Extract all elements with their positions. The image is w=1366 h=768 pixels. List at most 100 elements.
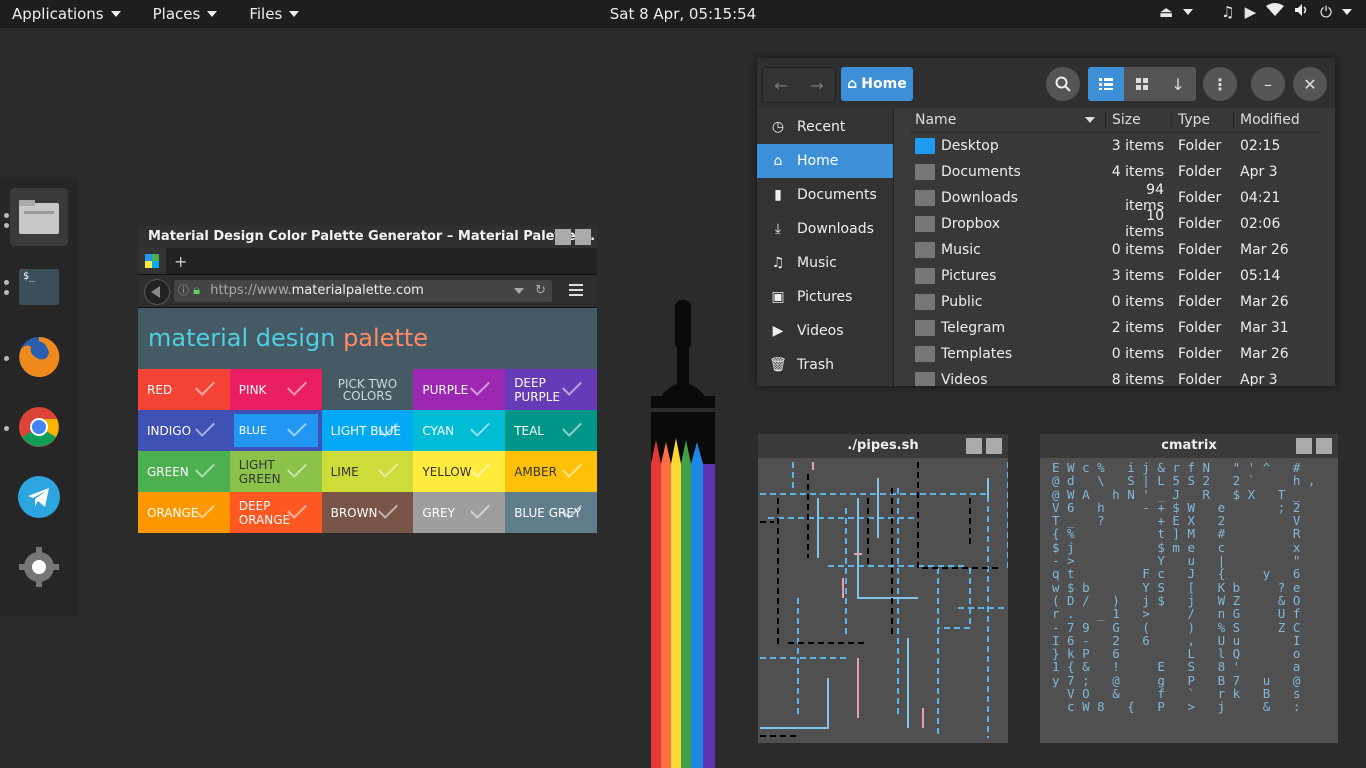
- matrix-line: V O & f ` r k B s: [1052, 686, 1301, 702]
- close-button[interactable]: [575, 229, 591, 245]
- firefox-app-icon[interactable]: [10, 328, 68, 386]
- sidebar-item-recent[interactable]: ◷ Recent: [757, 110, 893, 144]
- search-button[interactable]: [1046, 67, 1080, 101]
- volume-icon[interactable]: [1294, 3, 1310, 21]
- home-icon: ⌂: [847, 76, 858, 92]
- matrix-line: T _ ? + E X 2 V: [1052, 513, 1301, 529]
- color-swatch-blue[interactable]: BLUE: [229, 410, 322, 451]
- table-row[interactable]: Telegram 2 items Folder Mar 31: [911, 315, 1321, 341]
- window-titlebar[interactable]: cmatrix: [1040, 434, 1338, 458]
- wifi-icon[interactable]: [1266, 3, 1285, 21]
- window-titlebar[interactable]: ./pipes.sh: [758, 434, 1008, 458]
- telegram-app-icon[interactable]: [10, 468, 68, 526]
- color-swatch-blue-grey[interactable]: BLUE GREY: [505, 492, 597, 533]
- table-row[interactable]: Dropbox 10 items Folder 02:06: [911, 208, 1321, 240]
- column-name[interactable]: Name: [911, 112, 1106, 128]
- sidebar-item-downloads[interactable]: ⤓ Downloads: [757, 212, 893, 246]
- color-swatch-orange[interactable]: ORANGE: [138, 492, 230, 533]
- running-indicator: [4, 223, 9, 228]
- terminal-app-icon[interactable]: $_: [10, 258, 68, 316]
- file-manager-window: ← → ⌂ Home ↓ ⋮ – ✕ ◷ Recent ⌂ Home ▮ Documents…: [757, 58, 1335, 386]
- color-swatch-cyan[interactable]: CYAN: [413, 410, 506, 451]
- table-row[interactable]: Templates 0 items Folder Mar 26: [911, 341, 1321, 367]
- color-swatch-pink[interactable]: PINK: [229, 369, 322, 410]
- chevron-down-icon[interactable]: [514, 288, 524, 294]
- maximize-button[interactable]: [966, 438, 982, 454]
- menu-icon[interactable]: [569, 284, 583, 296]
- color-swatch-green[interactable]: GREEN: [138, 451, 230, 492]
- column-size[interactable]: Size: [1106, 112, 1172, 128]
- sidebar-item-documents[interactable]: ▮ Documents: [757, 178, 893, 212]
- sidebar-item-videos[interactable]: ▶ Videos: [757, 314, 893, 348]
- list-view-button[interactable]: [1088, 67, 1124, 101]
- color-swatch-lime[interactable]: LIME: [321, 451, 414, 492]
- favicon-icon: [145, 254, 159, 268]
- maximize-button[interactable]: [1296, 438, 1312, 454]
- table-row[interactable]: Music 0 items Folder Mar 26: [911, 237, 1321, 263]
- color-swatch-indigo[interactable]: INDIGO: [138, 410, 230, 451]
- color-swatch-brown[interactable]: BROWN: [321, 492, 414, 533]
- sidebar-item-home[interactable]: ⌂ Home: [757, 144, 893, 178]
- color-swatch-purple[interactable]: PURPLE: [413, 369, 506, 410]
- sidebar-item-trash[interactable]: 🗑︎ Trash: [757, 348, 893, 382]
- back-button[interactable]: ←: [763, 76, 799, 95]
- back-button[interactable]: [144, 279, 170, 305]
- color-swatch-red[interactable]: RED: [138, 369, 230, 410]
- running-indicator: [4, 280, 9, 285]
- matrix-line: r . _ 1 > / n G U f: [1052, 606, 1301, 622]
- color-swatch-yellow[interactable]: YELLOW: [413, 451, 506, 492]
- color-swatch-light-blue[interactable]: LIGHT BLUE: [321, 410, 414, 451]
- url-bar[interactable]: ⓘ 🔒︎ https://www.materialpalette.com ↻: [174, 280, 552, 302]
- window-titlebar[interactable]: Material Design Color Palette Generator …: [138, 226, 597, 248]
- color-swatch-deep-orange[interactable]: DEEP ORANGE: [229, 492, 322, 533]
- music-icon[interactable]: ♫: [1221, 3, 1234, 21]
- close-button[interactable]: [986, 438, 1002, 454]
- folder-icon: [915, 164, 935, 180]
- grid-view-button[interactable]: [1124, 67, 1160, 101]
- check-icon: [470, 417, 491, 437]
- eject-icon[interactable]: ⏏: [1159, 3, 1173, 21]
- file-rows: Desktop 3 items Folder 02:15 Documents 4 item…: [911, 133, 1321, 386]
- chevron-down-icon: [207, 11, 218, 17]
- close-button[interactable]: ✕: [1293, 67, 1327, 101]
- minimize-button[interactable]: –: [1251, 67, 1285, 101]
- power-icon[interactable]: ⏻: [1320, 3, 1332, 21]
- color-swatch-light-green[interactable]: LIGHT GREEN: [229, 451, 322, 492]
- table-row[interactable]: Videos 8 items Folder Apr 3: [911, 367, 1321, 386]
- chevron-down-icon[interactable]: [1342, 9, 1352, 15]
- info-icon[interactable]: ⓘ: [178, 284, 189, 297]
- chevron-down-icon[interactable]: [1183, 9, 1194, 15]
- play-icon[interactable]: ▶: [1245, 3, 1257, 21]
- new-tab-button[interactable]: +: [174, 252, 187, 271]
- maximize-button[interactable]: [555, 229, 571, 245]
- close-button[interactable]: [1316, 438, 1332, 454]
- more-menu-button[interactable]: ⋮: [1203, 67, 1237, 101]
- column-modified[interactable]: Modified: [1234, 112, 1320, 128]
- color-swatch-teal[interactable]: TEAL: [505, 410, 597, 451]
- color-swatch-amber[interactable]: AMBER: [505, 451, 597, 492]
- table-row[interactable]: Public 0 items Folder Mar 26: [911, 289, 1321, 315]
- column-type[interactable]: Type: [1172, 112, 1234, 128]
- places-menu[interactable]: Places: [141, 0, 230, 28]
- system-tray: ⏏ ♫ ▶ ⏻: [1159, 3, 1352, 21]
- files-app-icon[interactable]: [10, 188, 68, 246]
- minimize-icon: –: [1264, 74, 1272, 94]
- headerbar[interactable]: ← → ⌂ Home ↓ ⋮ – ✕: [757, 58, 1335, 108]
- sort-button[interactable]: ↓: [1160, 67, 1196, 101]
- color-swatch-deep-purple[interactable]: DEEP PURPLE: [505, 369, 597, 410]
- chrome-app-icon[interactable]: [10, 398, 68, 456]
- path-home-button[interactable]: ⌂ Home: [841, 67, 913, 101]
- forward-button[interactable]: →: [799, 76, 835, 95]
- sidebar-item-pictures[interactable]: ▣ Pictures: [757, 280, 893, 314]
- sidebar-item-music[interactable]: ♫ Music: [757, 246, 893, 280]
- reload-icon[interactable]: ↻: [535, 280, 546, 302]
- table-row[interactable]: Pictures 3 items Folder 05:14: [911, 263, 1321, 289]
- color-swatch-grey[interactable]: GREY: [413, 492, 506, 533]
- check-icon: [470, 458, 491, 478]
- files-menu[interactable]: Files: [237, 0, 311, 28]
- settings-app-icon[interactable]: [10, 538, 68, 596]
- table-row[interactable]: Desktop 3 items Folder 02:15: [911, 133, 1321, 159]
- applications-menu[interactable]: Applications: [0, 0, 133, 28]
- tab-materialpalette[interactable]: [138, 248, 166, 274]
- site-title: material design: [148, 324, 336, 352]
